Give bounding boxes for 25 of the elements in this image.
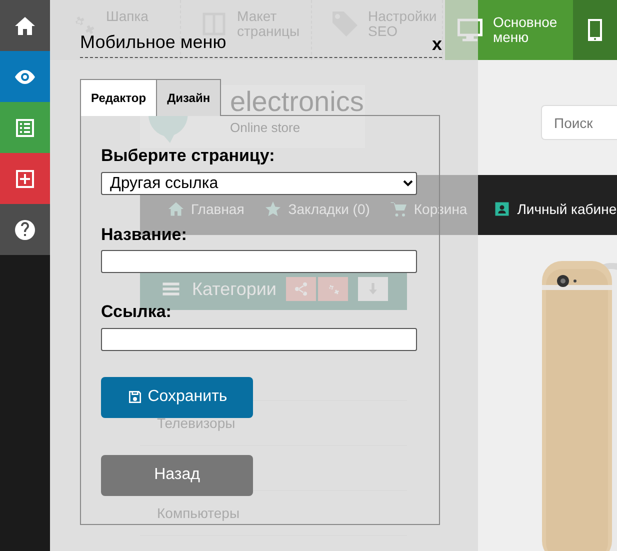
- tab[interactable]: Дизайн: [157, 79, 222, 116]
- sidebar-item[interactable]: [0, 204, 50, 255]
- link-field[interactable]: [101, 328, 417, 350]
- logo-text: electronics: [230, 88, 364, 116]
- help-icon: [13, 218, 37, 242]
- close-button[interactable]: x: [432, 35, 442, 53]
- name-field[interactable]: [101, 250, 417, 273]
- device-tab[interactable]: [573, 0, 617, 60]
- field-label: Ссылка:: [101, 301, 172, 323]
- search-field[interactable]: Поиск: [541, 105, 617, 140]
- field-label: Выберите страницу:: [101, 145, 276, 167]
- save-button[interactable]: Сохранить: [101, 376, 253, 418]
- back-button[interactable]: Назад: [101, 454, 253, 496]
- sidebar-item[interactable]: [0, 51, 50, 102]
- save-icon: [126, 389, 143, 405]
- sidebar-item[interactable]: [0, 153, 50, 204]
- nav-link[interactable]: Личный кабине: [517, 198, 617, 220]
- logo-tagline: Online store: [230, 121, 302, 134]
- user-icon: [493, 200, 512, 218]
- sidebar-item[interactable]: [0, 0, 50, 51]
- page-select[interactable]: Другая ссылка: [101, 172, 417, 194]
- dialog-title: Мобильное меню: [80, 33, 226, 53]
- category-title: Категории: [192, 278, 276, 301]
- field-label: Название:: [101, 224, 188, 246]
- tab[interactable]: Редактор: [80, 79, 158, 116]
